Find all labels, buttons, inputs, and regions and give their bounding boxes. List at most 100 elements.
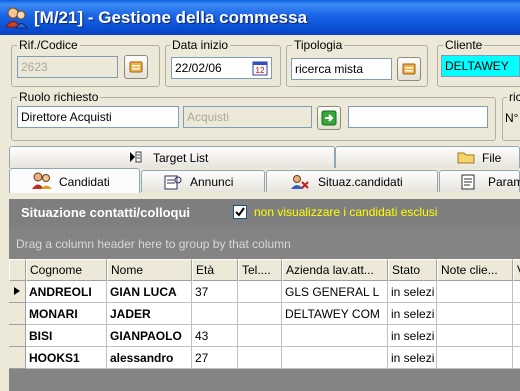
cell-eta[interactable]: 27 [192,347,238,369]
cell-cognome[interactable]: ANDREOLI [26,281,107,303]
rif-codice-label: Rif./Codice [17,38,80,52]
current-row-icon [14,287,20,295]
ruolo-label: Ruolo richiesto [17,90,101,104]
table-row[interactable]: ANDREOLI GIAN LUCA 37 GLS GENERAL L in s… [9,281,520,303]
cell-stato[interactable]: in selezi [388,281,437,303]
tab-situaz-candidati-label: Situaz.candidati [318,175,403,189]
announcements-icon [164,174,182,193]
cell-stato[interactable]: in selezi [388,303,437,325]
candidates-icon [31,172,53,193]
right-partial-label: ric [507,90,520,104]
row-selector[interactable] [9,347,26,369]
exclude-candidates-checkbox[interactable] [233,205,247,219]
exclude-candidates-label[interactable]: non visualizzare i candidati esclusi [254,205,437,219]
app-icon [4,7,28,29]
tab-file[interactable]: File [335,146,520,168]
tab-annunci[interactable]: Annunci [141,170,265,192]
calendar-button[interactable]: 12 [252,60,268,76]
cell-azienda[interactable] [282,347,388,369]
col-header-v[interactable]: V [513,259,520,281]
cell-stato[interactable]: in selezi [388,347,437,369]
group-by-area[interactable]: Drag a column header here to group by th… [9,227,520,259]
cell-tel[interactable] [238,281,282,303]
cliente-label: Cliente [443,38,485,52]
contacts-panel-header: Situazione contatti/colloqui non visuali… [9,199,520,227]
row-selector[interactable] [9,325,26,347]
tab-param[interactable]: Param [439,170,520,192]
cell-nome[interactable]: alessandro [107,347,192,369]
cell-azienda[interactable]: DELTAWEY COM [282,303,388,325]
lookup-icon [402,63,416,75]
cell-cognome[interactable]: HOOKS1 [26,347,107,369]
grid-header-selector [9,259,26,281]
group-by-hint: Drag a column header here to group by th… [16,237,291,251]
right-partial-value: N° [505,111,519,125]
cell-nome[interactable]: JADER [107,303,192,325]
col-header-stato[interactable]: Stato [388,259,437,281]
col-header-tel[interactable]: Tel.... [238,259,282,281]
cell-note-cliente[interactable] [437,347,513,369]
cell-nome[interactable]: GIAN LUCA [107,281,192,303]
cell-v[interactable] [513,347,520,369]
folder-icon [457,150,475,167]
tab-param-label: Param [488,175,520,189]
col-header-eta[interactable]: Età [192,259,238,281]
window-title: [M/21] - Gestione della commessa [34,8,308,27]
title-bar[interactable]: [M/21] - Gestione della commessa [0,0,520,35]
col-header-nome[interactable]: Nome [107,259,192,281]
tab-annunci-label: Annunci [190,175,234,189]
cell-azienda[interactable] [282,325,388,347]
ruolo-go-button[interactable] [317,106,341,130]
cell-v[interactable] [513,281,520,303]
col-header-azienda[interactable]: Azienda lav.att... [282,259,388,281]
cell-v[interactable] [513,325,520,347]
cell-tel[interactable] [238,303,282,325]
tab-file-label: File [482,151,502,165]
cell-nome[interactable]: GIANPAOLO [107,325,192,347]
row-selector[interactable] [9,281,26,303]
cell-tel[interactable] [238,325,282,347]
svg-text:12: 12 [256,66,265,75]
data-inizio-label: Data inizio [170,38,231,52]
tab-candidati-label: Candidati [59,175,110,189]
ruolo-extra-field[interactable] [348,106,488,128]
calendar-icon: 12 [252,61,268,76]
tab-situaz-candidati[interactable]: Situaz.candidati [266,170,438,192]
tab-target-list[interactable]: Target List [9,146,335,168]
candidates-grid: Cognome Nome Età Tel.... Azienda lav.att… [9,259,520,391]
cell-note-cliente[interactable] [437,303,513,325]
table-row[interactable]: HOOKS1 alessandro 27 in selezi [9,347,520,369]
cell-eta[interactable]: 43 [192,325,238,347]
tab-candidati[interactable]: Candidati [9,168,140,193]
tipologia-label: Tipologia [292,38,345,52]
cell-eta[interactable] [192,303,238,325]
candidate-status-icon [290,174,310,193]
col-header-note-cliente[interactable]: Note clie... [437,259,513,281]
cell-eta[interactable]: 37 [192,281,238,303]
target-list-icon [128,150,142,167]
panel-title: Situazione contatti/colloqui [21,205,190,220]
row-selector[interactable] [9,303,26,325]
rif-codice-lookup-button[interactable] [124,55,148,79]
tab-target-list-label: Target List [153,151,209,165]
col-header-cognome[interactable]: Cognome [26,259,107,281]
cliente-field[interactable]: DELTAWEY [441,55,520,77]
ruolo-secondary-field[interactable]: Acquisti [183,106,312,128]
cell-cognome[interactable]: BISI [26,325,107,347]
cell-v[interactable] [513,303,520,325]
tipologia-field[interactable]: ricerca mista [291,58,392,80]
cell-azienda[interactable]: GLS GENERAL L [282,281,388,303]
ruolo-field[interactable]: Direttore Acquisti [17,106,179,128]
table-row[interactable]: MONARI JADER DELTAWEY COM in selezi [9,303,520,325]
cell-cognome[interactable]: MONARI [26,303,107,325]
arrow-right-icon [321,110,337,126]
rif-codice-field[interactable]: 2623 [17,56,118,78]
parameters-icon [460,174,476,193]
tipologia-lookup-button[interactable] [397,57,421,81]
cell-note-cliente[interactable] [437,281,513,303]
cell-stato[interactable]: in selezi [388,325,437,347]
lookup-icon [129,61,143,73]
table-row[interactable]: BISI GIANPAOLO 43 in selezi [9,325,520,347]
cell-note-cliente[interactable] [437,325,513,347]
cell-tel[interactable] [238,347,282,369]
